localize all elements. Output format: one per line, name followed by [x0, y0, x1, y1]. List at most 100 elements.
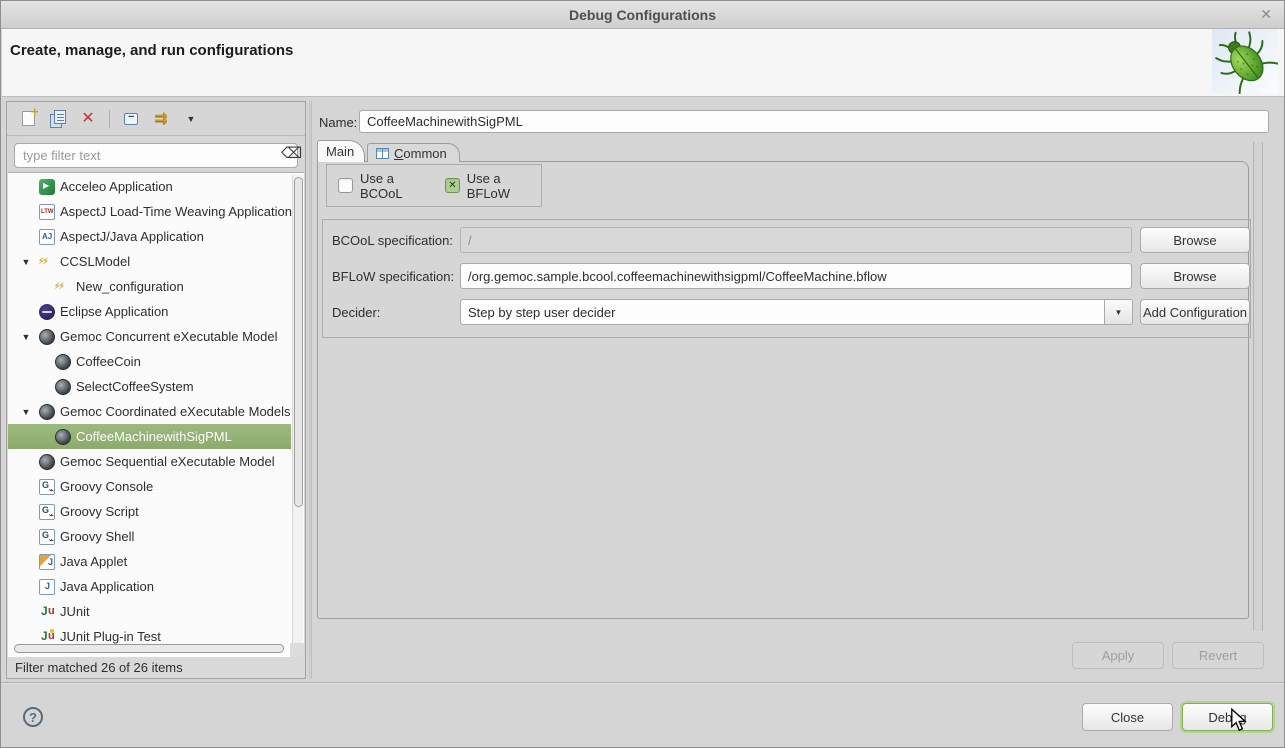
bflow-browse-button[interactable]: Browse — [1140, 263, 1250, 289]
tree-item-java-applet[interactable]: Java Applet — [8, 549, 291, 574]
add-configuration-button[interactable]: Add Configuration — [1140, 299, 1250, 325]
toolbar-menu-button[interactable]: ▼ — [178, 106, 204, 132]
acceleo-icon — [39, 179, 55, 195]
gemoc-icon — [39, 454, 55, 470]
tree-item-new-configuration[interactable]: New_configuration — [8, 274, 291, 299]
filter-icon: ⇉ — [154, 111, 167, 127]
filter-status-text: Filter matched 26 of 26 items — [7, 657, 305, 678]
help-button[interactable]: ? — [23, 707, 43, 727]
bflow-specification-row: BFLoW specification: Browse — [323, 263, 1250, 289]
eclipse-icon — [39, 304, 55, 320]
tree-item-junit[interactable]: JUnit — [8, 599, 291, 624]
tree: Acceleo Application AspectJ Load-Time We… — [8, 174, 291, 649]
ccsl-icon — [39, 254, 55, 270]
debug-button[interactable]: Debug — [1182, 703, 1273, 731]
gemoc-icon — [39, 329, 55, 345]
tree-item-selectcoffeesystem[interactable]: SelectCoffeeSystem — [8, 374, 291, 399]
debug-configurations-dialog: Debug Configurations ✕ Create, manage, a… — [0, 0, 1285, 748]
tab-main-label: Main — [326, 144, 354, 159]
tree-item-gemoc-sequential-executable-model[interactable]: Gemoc Sequential eXecutable Model — [8, 449, 291, 474]
collapse-all-icon — [124, 113, 138, 125]
use-bflow-option[interactable]: Use a BFLoW — [445, 171, 530, 201]
clear-filter-icon[interactable]: ⌫ — [281, 146, 302, 161]
specification-fields-group: BCOoL specification: Browse BFLoW specif… — [322, 219, 1251, 338]
expand-arrow-icon[interactable]: ▼ — [18, 407, 34, 417]
titlebar[interactable]: Debug Configurations ✕ — [1, 1, 1284, 29]
right-panel-scrollbar-track[interactable] — [1253, 142, 1263, 631]
use-bflow-label: Use a BFLoW — [467, 171, 530, 201]
groovy-icon — [39, 529, 55, 545]
revert-button[interactable]: Revert — [1172, 642, 1264, 669]
tree-item-java-application[interactable]: Java Application — [8, 574, 291, 599]
gemoc-icon — [55, 354, 71, 370]
common-tab-icon — [376, 148, 389, 159]
close-button[interactable]: Close — [1082, 703, 1173, 731]
collapse-all-button[interactable] — [118, 106, 144, 132]
expand-arrow-icon[interactable]: ▼ — [18, 257, 34, 267]
tree-item-groovy-script[interactable]: Groovy Script — [8, 499, 291, 524]
configurations-toolbar: ✕ ⇉ ▼ — [7, 102, 305, 136]
name-input[interactable] — [359, 110, 1269, 133]
groovy-icon — [39, 504, 55, 520]
panel-sash[interactable] — [309, 101, 312, 679]
filter-button[interactable]: ⇉ — [148, 106, 174, 132]
junit-plugin-icon — [39, 629, 55, 645]
tab-common[interactable]: Common — [367, 143, 460, 162]
bflow-specification-input[interactable] — [460, 263, 1132, 289]
tab-common-label: Common — [394, 146, 447, 161]
scrollbar-corner — [290, 643, 304, 657]
tree-item-acceleo-application[interactable]: Acceleo Application — [8, 174, 291, 199]
duplicate-configuration-button[interactable] — [45, 106, 71, 132]
tree-item-gemoc-coordinated-executable-models[interactable]: ▼ Gemoc Coordinated eXecutable Models — [8, 399, 291, 424]
toolbar-separator — [109, 110, 110, 128]
name-label: Name: — [319, 115, 357, 130]
page-title: Create, manage, and run configurations — [10, 42, 293, 59]
new-configuration-icon — [22, 111, 35, 126]
header-banner: Create, manage, and run configurations — [2, 29, 1285, 97]
tree-item-coffeemachinewithsigpml[interactable]: CoffeeMachinewithSigPML — [8, 424, 291, 449]
use-bcool-option[interactable]: Use a BCOoL — [338, 171, 423, 201]
tree-item-coffeecoin[interactable]: CoffeeCoin — [8, 349, 291, 374]
delete-configuration-button[interactable]: ✕ — [75, 106, 101, 132]
expand-arrow-icon[interactable]: ▼ — [18, 332, 34, 342]
tree-item-aspectj-java-application[interactable]: AspectJ/Java Application — [8, 224, 291, 249]
window-title: Debug Configurations — [569, 7, 716, 23]
tree-item-groovy-shell[interactable]: Groovy Shell — [8, 524, 291, 549]
junit-icon — [39, 604, 55, 620]
tree-item-aspectj-load-time-weaving-application[interactable]: AspectJ Load-Time Weaving Application — [8, 199, 291, 224]
use-bflow-checkbox[interactable] — [445, 178, 460, 193]
apply-button[interactable]: Apply — [1072, 642, 1164, 669]
aj-icon — [39, 229, 55, 245]
menu-dropdown-icon: ▼ — [187, 114, 196, 124]
close-icon[interactable]: ✕ — [1260, 6, 1272, 23]
decider-dropdown-arrow-icon[interactable]: ▼ — [1105, 299, 1133, 325]
bcool-browse-button[interactable]: Browse — [1140, 227, 1250, 253]
tree-item-groovy-console[interactable]: Groovy Console — [8, 474, 291, 499]
decider-label: Decider: — [332, 305, 380, 320]
bflow-specification-label: BFLoW specification: — [332, 269, 454, 284]
groovy-icon — [39, 479, 55, 495]
tab-main[interactable]: Main — [317, 140, 365, 162]
tree-item-eclipse-application[interactable]: Eclipse Application — [8, 299, 291, 324]
use-bcool-checkbox[interactable] — [338, 178, 353, 193]
tree-horizontal-scrollbar[interactable] — [14, 644, 284, 653]
decider-row: Decider: ▼ Add Configuration — [323, 299, 1250, 325]
new-configuration-button[interactable] — [15, 106, 41, 132]
decider-combo-input[interactable] — [460, 299, 1105, 325]
delete-icon: ✕ — [81, 111, 94, 127]
tree-item-ccslmodel[interactable]: ▼ CCSLModel — [8, 249, 291, 274]
bcool-specification-input — [460, 227, 1132, 253]
tree-vertical-scrollbar[interactable] — [292, 175, 303, 653]
gemoc-icon — [55, 429, 71, 445]
gemoc-icon — [55, 379, 71, 395]
filter-input[interactable] — [14, 143, 298, 168]
configurations-tree: Acceleo Application AspectJ Load-Time We… — [8, 172, 304, 657]
ccsl-icon — [55, 279, 71, 295]
debug-bug-icon — [1212, 29, 1278, 94]
bcool-specification-label: BCOoL specification: — [332, 233, 453, 248]
tree-item-gemoc-concurrent-executable-model[interactable]: ▼ Gemoc Concurrent eXecutable Model — [8, 324, 291, 349]
use-bcool-label: Use a BCOoL — [360, 171, 423, 201]
ltw-icon — [39, 204, 55, 220]
vertical-scroll-thumb[interactable] — [294, 177, 303, 507]
duplicate-icon — [54, 110, 66, 124]
